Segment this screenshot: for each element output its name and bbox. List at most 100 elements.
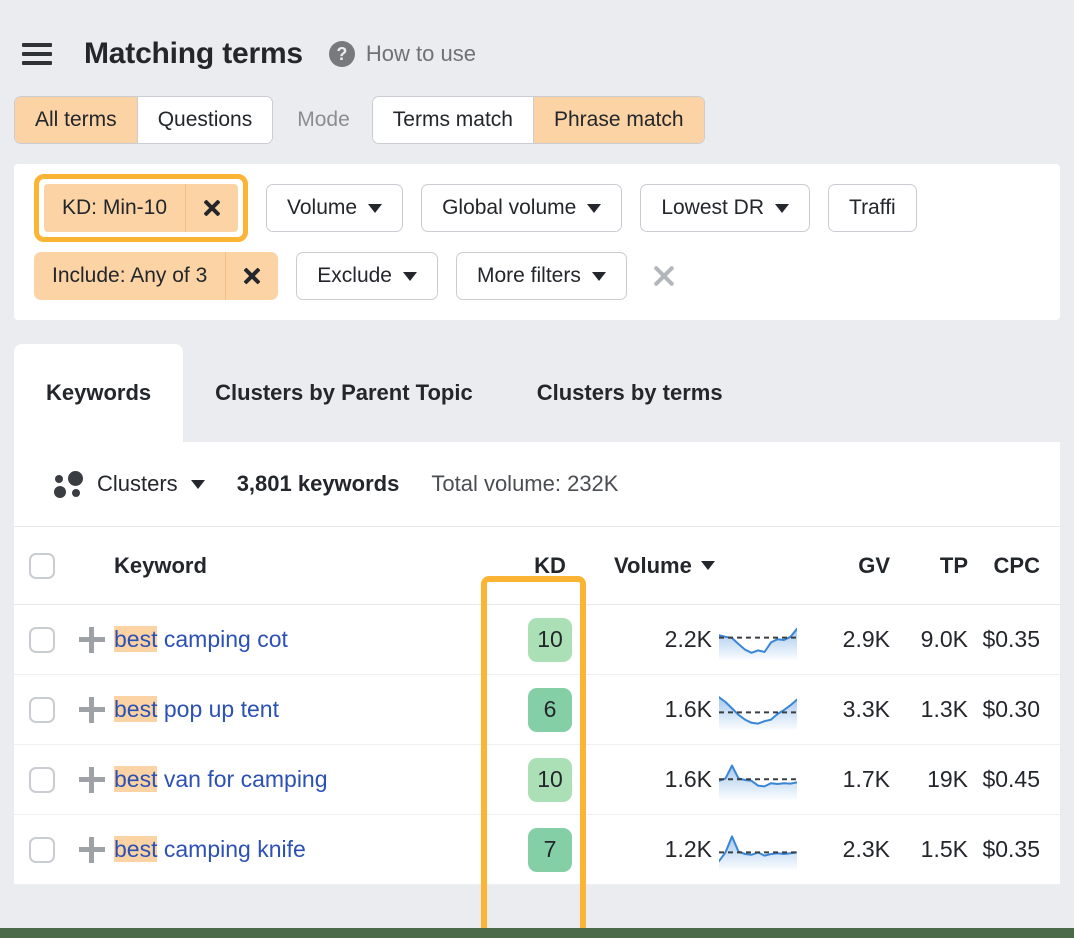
row-checkbox[interactable] <box>29 697 55 723</box>
table-row[interactable]: best camping cot102.2K2.9K9.0K$0.35 <box>14 605 1060 675</box>
row-checkbox[interactable] <box>29 767 55 793</box>
caret-down-icon <box>701 561 715 570</box>
cell-kd: 10 <box>498 605 602 675</box>
row-checkbox[interactable] <box>29 837 55 863</box>
plus-icon[interactable] <box>79 837 105 863</box>
table-row[interactable]: best van for camping101.6K1.7K19K$0.45 <box>14 745 1060 815</box>
filter-lowest-dr-label: Lowest DR <box>661 196 764 220</box>
mode-label: Mode <box>297 108 350 132</box>
kd-badge: 6 <box>528 688 572 732</box>
chevron-down-icon <box>368 204 382 213</box>
cell-kd: 6 <box>498 675 602 745</box>
cpc-value: $0.45 <box>982 766 1040 792</box>
filter-lowest-dr-button[interactable]: Lowest DR <box>640 184 810 232</box>
col-volume[interactable]: Volume <box>602 527 712 605</box>
clear-filters-icon[interactable] <box>651 263 677 289</box>
keyword-highlight: best <box>114 626 157 652</box>
tab-clusters-by-parent-topic[interactable]: Clusters by Parent Topic <box>183 344 505 442</box>
filter-row-1: KD: Min-10 Volume Global volume Lowest D… <box>14 180 1060 236</box>
tab-keywords[interactable]: Keywords <box>14 344 183 442</box>
volume-value: 1.6K <box>665 766 712 792</box>
filter-chip-kd[interactable]: KD: Min-10 <box>44 184 238 232</box>
cell-keyword: best camping knife <box>114 815 498 885</box>
select-all-cell <box>14 527 70 605</box>
cell-tp: 1.3K <box>890 675 968 745</box>
filter-volume-button[interactable]: Volume <box>266 184 403 232</box>
filter-traffic-button[interactable]: Traffi <box>828 184 917 232</box>
plus-icon[interactable] <box>79 697 105 723</box>
keyword-link[interactable]: best camping cot <box>114 626 288 652</box>
keywords-table: Keyword KD Volume GV TP CPC <box>14 526 1060 885</box>
clusters-dots-icon <box>54 470 84 498</box>
close-icon <box>242 266 262 286</box>
cell-kd: 10 <box>498 745 602 815</box>
filter-exclude-button[interactable]: Exclude <box>296 252 438 300</box>
row-checkbox[interactable] <box>29 627 55 653</box>
cell-tp: 19K <box>890 745 968 815</box>
col-keyword[interactable]: Keyword <box>114 527 498 605</box>
row-add-cell <box>70 605 114 675</box>
keyword-link[interactable]: best pop up tent <box>114 696 279 722</box>
cell-volume: 1.6K <box>602 675 712 745</box>
col-cpc[interactable]: CPC <box>968 527 1060 605</box>
cell-tp: 1.5K <box>890 815 968 885</box>
tab-questions[interactable]: Questions <box>137 97 273 143</box>
cell-volume: 1.6K <box>602 745 712 815</box>
tab-clusters-by-terms[interactable]: Clusters by terms <box>505 344 755 442</box>
cell-cpc: $0.35 <box>968 815 1060 885</box>
keyword-link[interactable]: best camping knife <box>114 836 306 862</box>
row-add-cell <box>70 675 114 745</box>
page-header: Matching terms ? How to use <box>0 0 1074 86</box>
chevron-down-icon <box>403 272 417 281</box>
row-select-cell <box>14 605 70 675</box>
keyword-highlight: best <box>114 766 157 792</box>
filter-global-volume-button[interactable]: Global volume <box>421 184 622 232</box>
filter-row-2: Include: Any of 3 Exclude More filters <box>14 248 1060 304</box>
keyword-link[interactable]: best van for camping <box>114 766 328 792</box>
filter-chip-kd-label: KD: Min-10 <box>44 196 185 220</box>
col-kd[interactable]: KD <box>498 527 602 605</box>
filter-panel: KD: Min-10 Volume Global volume Lowest D… <box>14 164 1060 320</box>
cell-volume: 2.2K <box>602 605 712 675</box>
filter-chip-kd-remove[interactable] <box>186 184 238 232</box>
col-gv[interactable]: GV <box>804 527 890 605</box>
cell-gv: 2.3K <box>804 815 890 885</box>
question-circle-icon: ? <box>329 41 355 67</box>
filter-exclude-label: Exclude <box>317 264 392 288</box>
col-trend <box>712 527 804 605</box>
filter-more-filters-button[interactable]: More filters <box>456 252 627 300</box>
table-row[interactable]: best pop up tent61.6K3.3K1.3K$0.30 <box>14 675 1060 745</box>
tab-all-terms[interactable]: All terms <box>15 97 137 143</box>
table-row[interactable]: best camping knife71.2K2.3K1.5K$0.35 <box>14 815 1060 885</box>
row-add-cell <box>70 815 114 885</box>
plus-icon[interactable] <box>79 767 105 793</box>
tab-terms-match[interactable]: Terms match <box>373 97 533 143</box>
close-icon <box>202 198 222 218</box>
filter-chip-include[interactable]: Include: Any of 3 <box>34 252 278 300</box>
cell-keyword: best camping cot <box>114 605 498 675</box>
clusters-dropdown[interactable]: Clusters <box>54 470 205 498</box>
scope-toggle-group: All terms Questions <box>14 96 273 144</box>
col-volume-label: Volume <box>614 553 692 579</box>
cell-tp: 9.0K <box>890 605 968 675</box>
cell-trend <box>712 745 804 815</box>
how-to-use-link[interactable]: ? How to use <box>329 41 476 67</box>
tab-phrase-match[interactable]: Phrase match <box>533 97 704 143</box>
row-select-cell <box>14 745 70 815</box>
cell-trend <box>712 675 804 745</box>
kd-badge: 10 <box>528 758 572 802</box>
keyword-highlight: best <box>114 696 157 722</box>
plus-icon[interactable] <box>79 627 105 653</box>
filter-chip-include-remove[interactable] <box>226 252 278 300</box>
hamburger-icon[interactable] <box>22 43 52 65</box>
cpc-value: $0.30 <box>982 696 1040 722</box>
results-panel: Clusters 3,801 keywords Total volume: 23… <box>14 442 1060 885</box>
kd-badge: 10 <box>528 618 572 662</box>
col-tp[interactable]: TP <box>890 527 968 605</box>
kd-filter-highlight-box: KD: Min-10 <box>34 174 248 242</box>
gv-value: 2.9K <box>843 626 890 652</box>
mode-bar: All terms Questions Mode Terms match Phr… <box>0 86 1074 154</box>
cell-volume: 1.2K <box>602 815 712 885</box>
select-all-checkbox[interactable] <box>29 553 55 579</box>
bottom-accent-bar <box>0 928 1074 938</box>
